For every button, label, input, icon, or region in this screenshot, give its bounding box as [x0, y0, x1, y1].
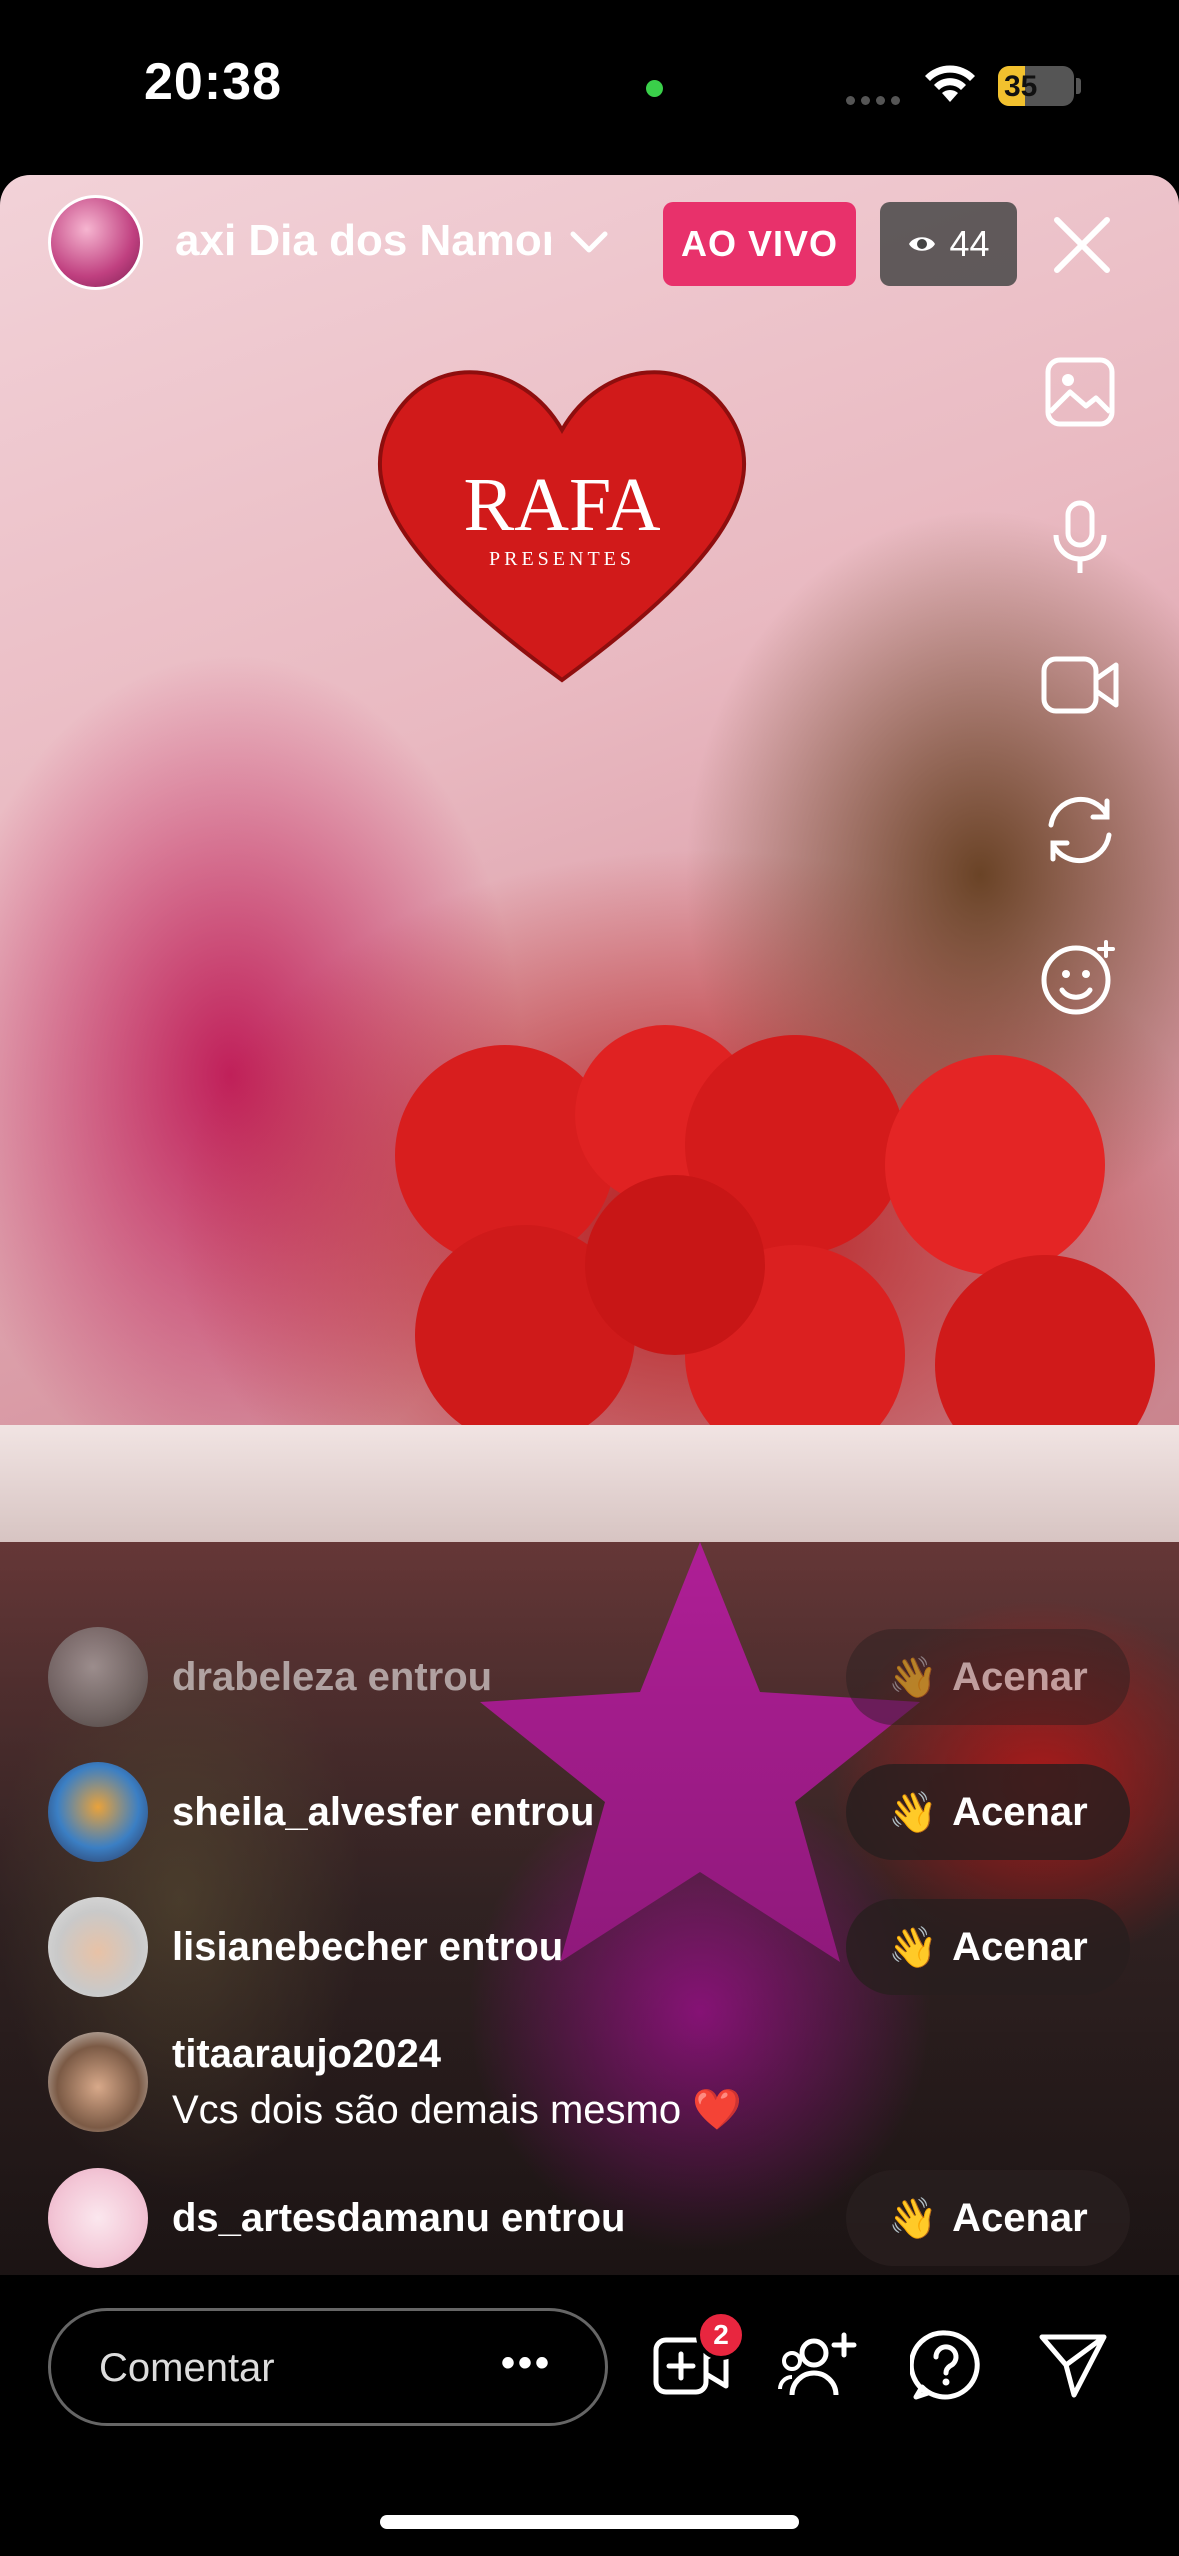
camera-indicator-dot [646, 80, 663, 97]
gallery-icon [1045, 357, 1115, 427]
wave-hand-icon: 👋 [888, 1790, 939, 1835]
comment-placeholder: Comentar [99, 2346, 275, 2390]
balloon-brand: RAFA [463, 463, 660, 547]
comment-row: titaaraujo2024 Vcs dois são demais mesmo… [48, 2032, 1130, 2132]
heart-balloon: RAFA PRESENTES [377, 370, 747, 683]
send-button[interactable] [1032, 2325, 1112, 2405]
comment-row: sheila_alvesfer entrou 👋 Acenar [48, 1762, 1130, 1862]
wave-button-label: Acenar [952, 1789, 1088, 1834]
balloon-cluster [395, 1025, 1155, 1475]
wave-button[interactable]: 👋 Acenar [846, 2170, 1130, 2266]
wifi-icon [925, 65, 975, 102]
status-bar: 20:38 35 [0, 0, 1179, 175]
wave-button-label: Acenar [952, 1654, 1088, 1699]
comment-input[interactable]: Comentar ••• [48, 2308, 608, 2426]
microphone-button[interactable] [1040, 498, 1120, 578]
comment-row: ds_artesdamanu entrou 👋 Acenar [48, 2168, 1130, 2268]
live-title[interactable]: axi Dia dos Namorados [175, 216, 551, 266]
avatar[interactable] [48, 2168, 148, 2268]
table-edge [0, 1425, 1179, 1542]
comment-row: lisianebecher entrou 👋 Acenar [48, 1897, 1130, 1997]
camera-button[interactable] [1040, 645, 1120, 725]
wave-button-label: Acenar [952, 1924, 1088, 1969]
effects-icon [1041, 940, 1115, 1015]
camera-icon [1041, 656, 1119, 714]
wave-hand-icon: 👋 [888, 2196, 939, 2241]
question-icon [910, 2330, 980, 2400]
avatar[interactable] [48, 1762, 148, 1862]
battery-level: 35 [1004, 70, 1038, 103]
wave-button[interactable]: 👋 Acenar [846, 1764, 1130, 1860]
gallery-button[interactable] [1040, 352, 1120, 432]
avatar[interactable] [48, 1627, 148, 1727]
eye-icon [909, 237, 936, 251]
close-icon[interactable] [1047, 210, 1117, 280]
viewer-count-pill[interactable]: 44 [880, 202, 1017, 286]
balloon-brand-sub: PRESENTES [489, 548, 635, 570]
more-options-icon[interactable]: ••• [501, 2341, 552, 2386]
live-badge: AO VIVO [663, 202, 856, 286]
wave-hand-icon: 👋 [888, 1925, 939, 1970]
requests-badge: 2 [696, 2310, 746, 2360]
comment-row: drabeleza entrou 👋 Acenar [48, 1627, 1130, 1727]
battery-icon: 35 [998, 66, 1074, 106]
comment-message: Vcs dois são demais mesmo ❤️ [172, 2088, 742, 2132]
wave-button[interactable]: 👋 Acenar [846, 1629, 1130, 1725]
home-indicator[interactable] [380, 2515, 799, 2529]
invite-icon [778, 2332, 857, 2396]
comment-text: drabeleza entrou [172, 1655, 493, 1699]
invite-button[interactable] [778, 2325, 858, 2405]
comment-text: ds_artesdamanu entrou [172, 2196, 626, 2240]
host-avatar[interactable] [48, 195, 143, 290]
wave-button-label: Acenar [952, 2195, 1088, 2240]
cellular-signal-icon [846, 96, 900, 105]
comment-text: sheila_alvesfer entrou [172, 1790, 595, 1834]
effects-button[interactable] [1040, 938, 1120, 1018]
flip-camera-icon [1048, 796, 1112, 864]
mic-icon [1053, 500, 1107, 573]
avatar[interactable] [48, 2032, 148, 2132]
flip-camera-button[interactable] [1040, 790, 1120, 870]
comment-username: titaaraujo2024 [172, 2032, 442, 2076]
chevron-down-icon[interactable] [567, 222, 611, 262]
wave-hand-icon: 👋 [888, 1655, 939, 1700]
host-video: RAFA PRESENTES [0, 175, 1179, 1542]
status-time: 20:38 [144, 53, 282, 111]
viewer-count: 44 [949, 223, 990, 264]
wave-button[interactable]: 👋 Acenar [846, 1899, 1130, 1995]
avatar[interactable] [48, 1897, 148, 1997]
comment-text: lisianebecher entrou [172, 1925, 564, 1969]
question-button[interactable] [906, 2325, 986, 2405]
send-icon [1039, 2334, 1107, 2398]
